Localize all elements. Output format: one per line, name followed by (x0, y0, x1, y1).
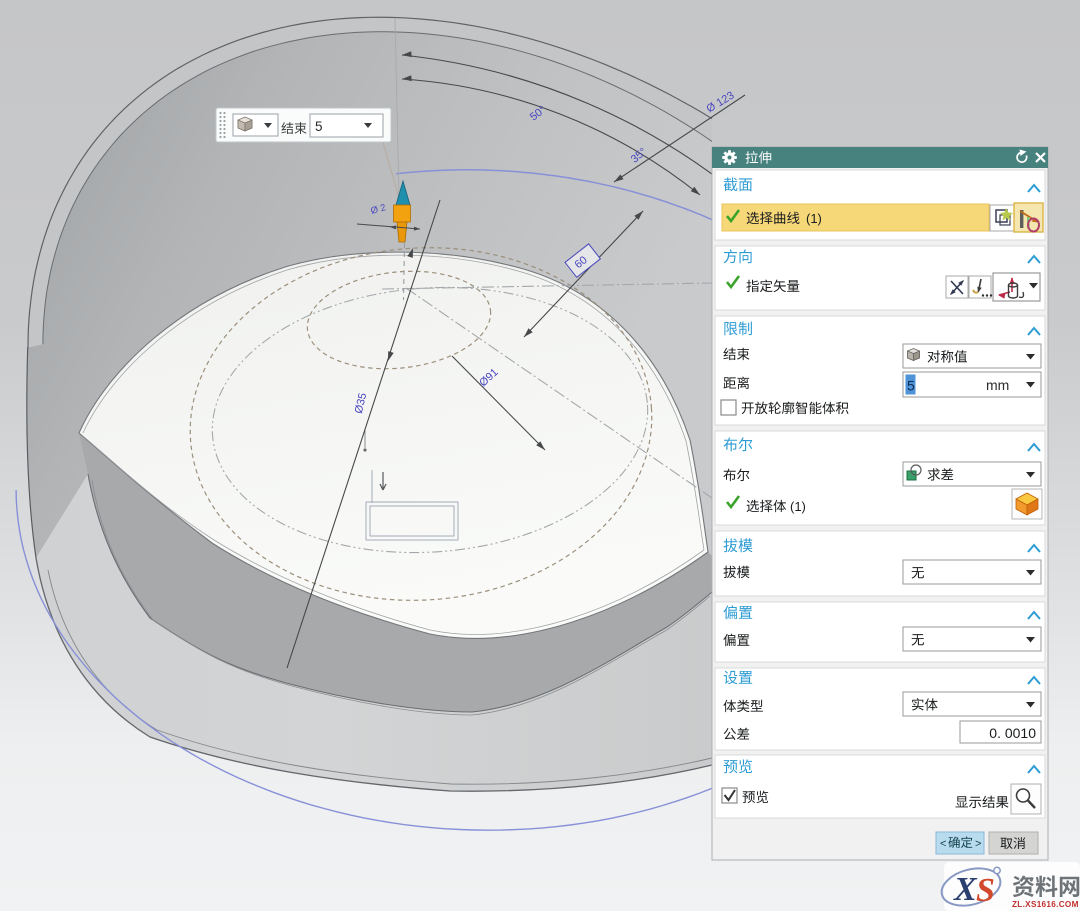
svg-text:(1): (1) (806, 211, 822, 226)
svg-text:S: S (976, 872, 995, 909)
svg-text:<: < (940, 838, 946, 850)
svg-text:ZL.XS1616.COM: ZL.XS1616.COM (1012, 900, 1079, 909)
svg-text:>: > (975, 838, 981, 850)
svg-text:mm: mm (986, 377, 1009, 393)
svg-text:X: X (953, 871, 978, 908)
svg-text:5: 5 (907, 378, 915, 394)
svg-text:5: 5 (315, 119, 323, 134)
svg-text:0. 0010: 0. 0010 (989, 725, 1036, 741)
svg-text:(1): (1) (790, 499, 806, 514)
